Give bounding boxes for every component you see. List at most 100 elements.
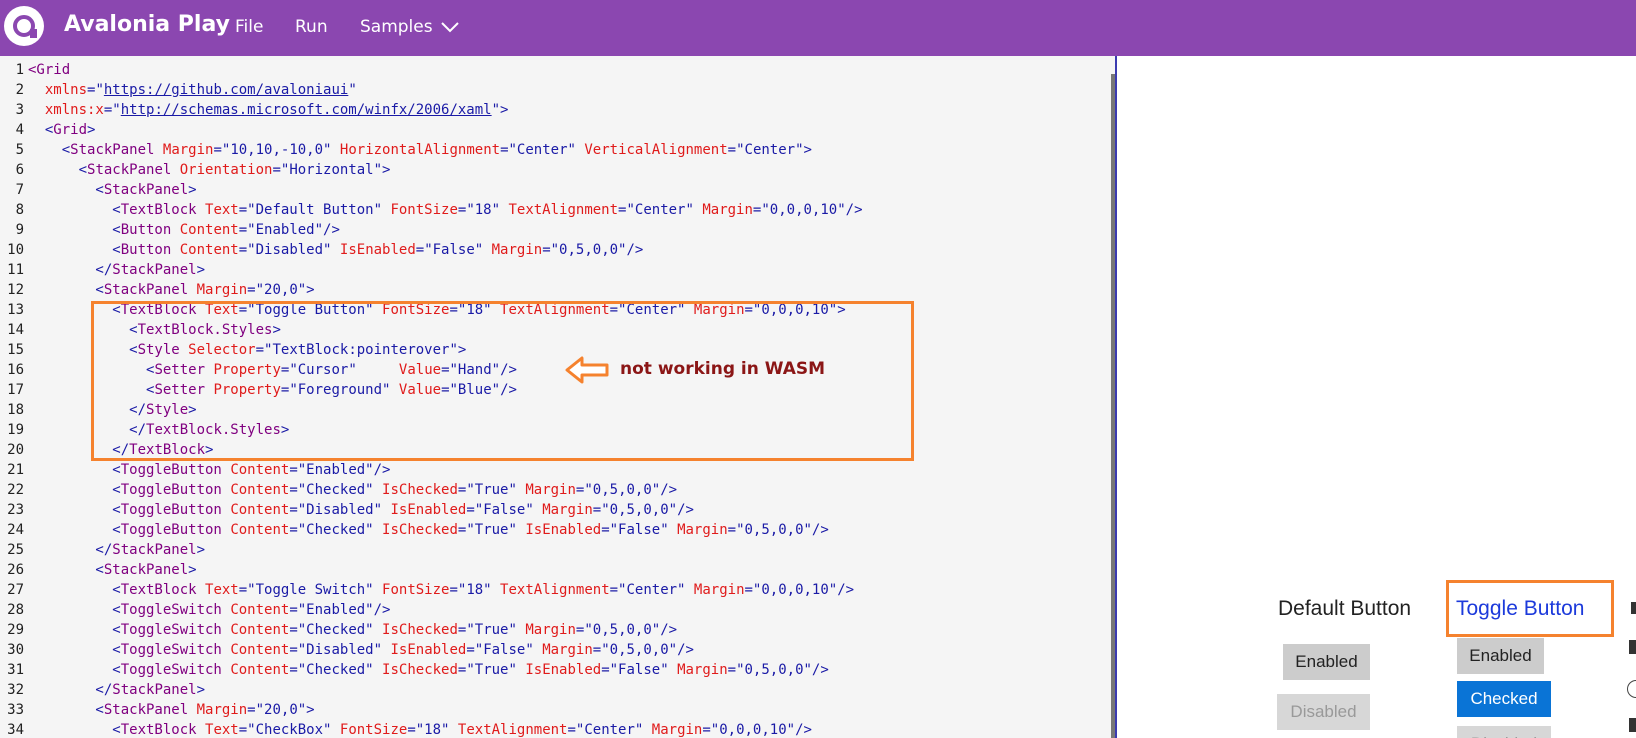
- line-number: 14: [7, 322, 24, 338]
- code-line[interactable]: <ToggleSwitch Content="Checked" IsChecke…: [28, 620, 677, 640]
- code-token: <: [28, 522, 121, 538]
- code-line[interactable]: <TextBlock Text="Toggle Switch" FontSize…: [28, 580, 854, 600]
- code-token: ="0,0,0,10"/>: [752, 202, 863, 218]
- code-token: StackPanel: [103, 282, 189, 298]
- code-token: TextBlock: [120, 202, 197, 218]
- code-line[interactable]: <TextBlock Text="CheckBox" FontSize="18"…: [28, 720, 812, 738]
- code-token: >: [188, 562, 197, 578]
- code-token: ="18": [449, 582, 501, 598]
- code-token: >: [196, 262, 206, 278]
- code-token: Button: [120, 222, 172, 238]
- code-token: Text: [205, 722, 239, 738]
- code-token: Margin: [196, 702, 248, 718]
- code-token: ="0,0,0,10"/>: [702, 722, 812, 738]
- code-line[interactable]: <ToggleSwitch Content="Disabled" IsEnabl…: [28, 640, 694, 660]
- code-token: <: [28, 122, 54, 138]
- code-line[interactable]: xmlns:x="http://schemas.microsoft.com/wi…: [28, 100, 509, 120]
- code-line[interactable]: <StackPanel Margin="10,10,-10,0" Horizon…: [28, 140, 812, 160]
- line-number: 16: [7, 362, 24, 378]
- code-token: StackPanel: [103, 702, 189, 718]
- code-token: <: [28, 182, 104, 198]
- code-line[interactable]: <StackPanel>: [28, 560, 197, 580]
- code-line[interactable]: </StackPanel>: [28, 680, 205, 700]
- menu-samples[interactable]: Samples: [360, 17, 433, 37]
- toggle-checked-button[interactable]: Checked: [1457, 681, 1551, 717]
- code-line[interactable]: <ToggleButton Content="Checked" IsChecke…: [28, 520, 829, 540]
- code-line[interactable]: <StackPanel>: [28, 180, 196, 200]
- enabled-button[interactable]: Enabled: [1283, 644, 1370, 680]
- code-token: ToggleSwitch: [120, 622, 222, 638]
- code-token: ="0,5,0,0"/>: [542, 242, 644, 258]
- code-line[interactable]: <ToggleButton Content="Enabled"/>: [28, 460, 390, 480]
- code-line[interactable]: <ToggleSwitch Content="Enabled"/>: [28, 600, 390, 620]
- line-number: 2: [15, 82, 24, 98]
- default-button-heading: Default Button: [1278, 597, 1412, 620]
- menu-file[interactable]: File: [235, 17, 263, 37]
- code-token: <: [28, 142, 71, 158]
- line-number: 34: [7, 722, 24, 738]
- code-line[interactable]: <Grid>: [28, 120, 96, 140]
- code-token: IsEnabled: [390, 642, 467, 658]
- annotation-note: not working in WASM: [620, 359, 826, 379]
- code-line[interactable]: <ToggleSwitch Content="Checked" IsChecke…: [28, 660, 829, 680]
- line-number: 30: [7, 642, 24, 658]
- menu-run[interactable]: Run: [295, 17, 328, 37]
- code-line[interactable]: </StackPanel>: [28, 540, 205, 560]
- code-token: ="20,0">: [247, 702, 315, 718]
- code-token: xmlns: [44, 82, 88, 98]
- code-token: StackPanel: [87, 162, 172, 178]
- code-token: >: [87, 122, 96, 138]
- code-token: Margin: [491, 242, 543, 258]
- code-token: ToggleButton: [120, 502, 222, 518]
- code-line[interactable]: xmlns="https://github.com/avaloniaui": [28, 80, 357, 100]
- code-token: ="Enabled"/>: [238, 222, 340, 238]
- code-token: ="Disabled": [289, 502, 391, 518]
- code-token: ="Center": [500, 142, 585, 158]
- code-token: ="False": [601, 662, 678, 678]
- code-token: Content: [230, 622, 290, 638]
- line-number: 7: [15, 182, 24, 198]
- chevron-down-icon[interactable]: [440, 20, 460, 34]
- toggle-enabled-button[interactable]: Enabled: [1457, 638, 1544, 674]
- code-line[interactable]: <Grid: [28, 60, 70, 80]
- code-token: Margin: [162, 142, 214, 158]
- code-line[interactable]: <StackPanel Margin="20,0">: [28, 280, 314, 300]
- code-line[interactable]: <Button Content="Disabled" IsEnabled="Fa…: [28, 240, 643, 260]
- code-token: ="True": [457, 662, 526, 678]
- code-token: <: [28, 662, 121, 678]
- code-token: ="CheckBox": [238, 722, 340, 738]
- code-token: StackPanel: [70, 142, 155, 158]
- code-token: ="Center">: [727, 142, 812, 158]
- line-number: 20: [7, 442, 24, 458]
- toggle-switch-knob[interactable]: [1627, 680, 1636, 698]
- code-token: Content: [230, 462, 290, 478]
- code-token: ">: [491, 102, 509, 118]
- code-line[interactable]: <ToggleButton Content="Checked" IsChecke…: [28, 480, 677, 500]
- code-line[interactable]: <StackPanel Margin="20,0">: [28, 700, 315, 720]
- code-line[interactable]: <ToggleButton Content="Disabled" IsEnabl…: [28, 500, 694, 520]
- code-token: </: [28, 542, 113, 558]
- code-token: ToggleButton: [120, 522, 222, 538]
- code-line[interactable]: </StackPanel>: [28, 260, 205, 280]
- code-line[interactable]: <Button Content="Enabled"/>: [28, 220, 340, 240]
- code-line[interactable]: <TextBlock Text="Default Button" FontSiz…: [28, 200, 863, 220]
- code-token: StackPanel: [112, 262, 197, 278]
- code-token: <: [28, 602, 121, 618]
- code-token: ToggleSwitch: [120, 602, 222, 618]
- code-line[interactable]: <StackPanel Orientation="Horizontal">: [28, 160, 391, 180]
- code-token: ="False": [466, 642, 543, 658]
- code-token: HorizontalAlignment: [339, 142, 501, 158]
- code-token: ="True": [457, 522, 526, 538]
- code-token: ": [348, 82, 357, 98]
- code-token: FontSize: [339, 722, 408, 738]
- code-token: Orientation: [179, 162, 273, 178]
- code-token: ="Checked": [289, 482, 383, 498]
- code-token: IsEnabled: [339, 242, 416, 258]
- code-token: FontSize: [382, 582, 450, 598]
- avalonia-logo-icon[interactable]: [4, 6, 44, 46]
- highlight-box: [91, 301, 914, 461]
- code-token: StackPanel: [112, 682, 197, 698]
